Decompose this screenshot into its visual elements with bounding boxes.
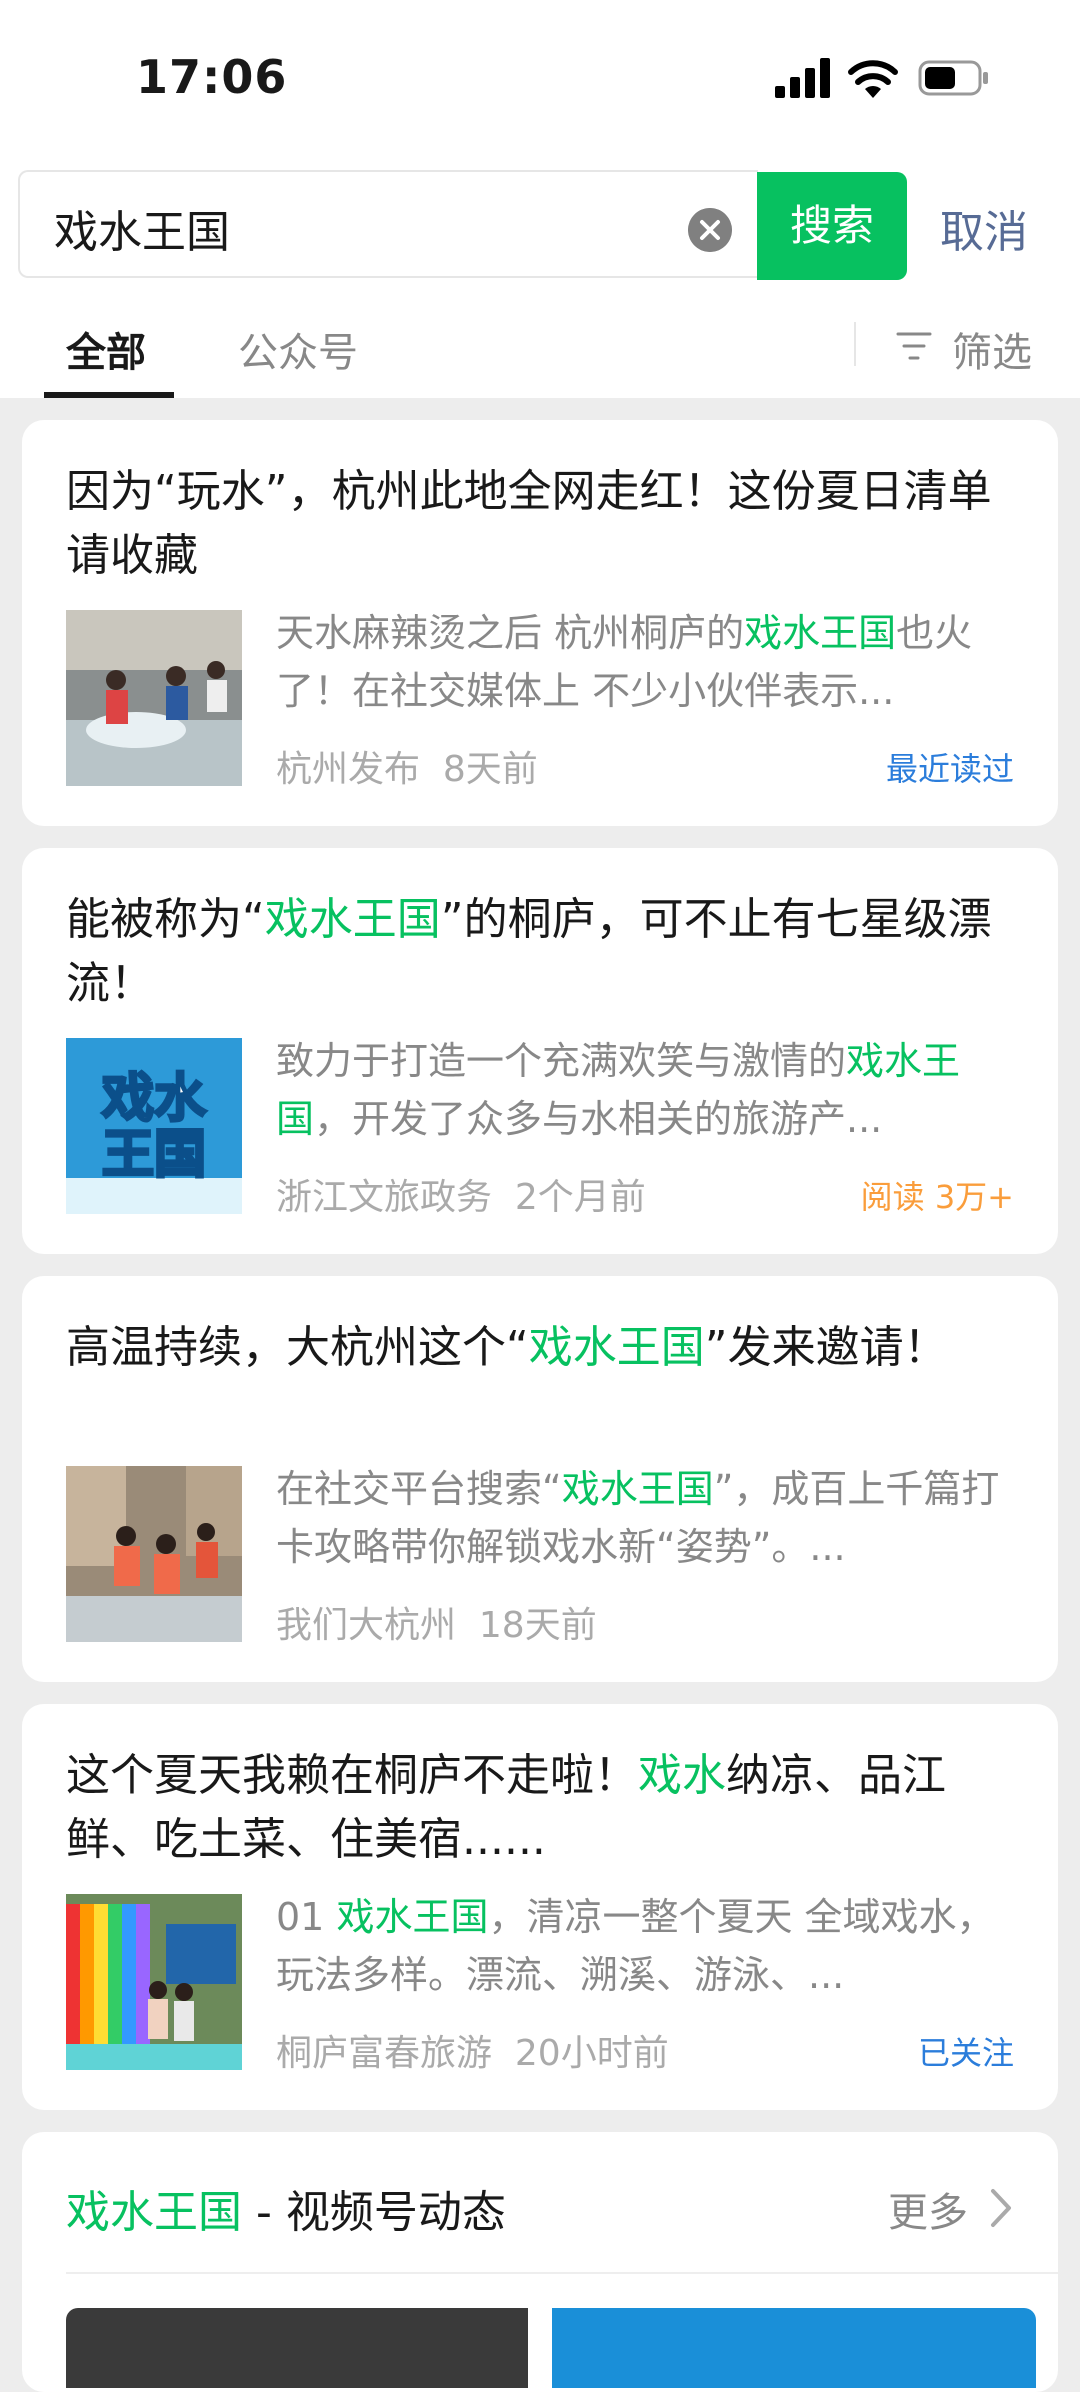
tab-bar: 全部 公众号 筛选 xyxy=(0,300,1080,398)
search-button[interactable]: 搜索 xyxy=(757,172,907,280)
article-thumbnail xyxy=(66,610,242,786)
status-bar: 17:06 xyxy=(0,0,1080,160)
divider xyxy=(66,2272,1058,2274)
more-button[interactable]: 更多 xyxy=(888,2180,968,2238)
tab-all[interactable]: 全部 xyxy=(66,320,146,378)
wifi-icon xyxy=(848,60,898,98)
article-snippet: 在社交平台搜索“戏水王国”，成百上千篇打卡攻略带你解锁戏水新“姿势”。... xyxy=(276,1467,1000,1569)
article-card[interactable]: 因为“玩水”，杭州此地全网走红！这份夏日清单请收藏 天水麻辣烫之后 杭州桐庐的戏… xyxy=(22,420,1058,826)
video-thumbnail[interactable] xyxy=(66,2308,528,2388)
article-source: 我们大杭州 xyxy=(276,1605,457,1646)
chevron-right-icon[interactable] xyxy=(990,2188,1012,2228)
tab-public-accounts[interactable]: 公众号 xyxy=(238,320,358,378)
article-time: 20小时前 xyxy=(514,2033,669,2074)
article-snippet: 01 戏水王国，清凉一整个夏天 全域戏水，玩法多样。漂流、溯溪、游泳、... xyxy=(276,1895,995,1997)
recently-read-badge: 最近读过 xyxy=(885,750,1014,788)
search-bar: 戏水王国 搜索 取消 xyxy=(0,160,1080,300)
article-title: 这个夏天我赖在桐庐不走啦！戏水纳凉、品江鲜、吃土菜、住美宿...... xyxy=(66,1750,946,1865)
channels-section: 戏水王国 - 视频号动态 更多 xyxy=(22,2132,1058,2392)
svg-text:王国: 王国 xyxy=(102,1125,206,1185)
filter-button[interactable]: 筛选 xyxy=(952,320,1032,378)
battery-icon xyxy=(918,60,988,96)
search-input[interactable]: 戏水王国 xyxy=(18,170,758,278)
article-source: 浙江文旅政务 xyxy=(276,1177,493,1218)
read-count-badge: 阅读 3万+ xyxy=(860,1178,1014,1216)
article-title: 能被称为“戏水王国”的桐庐，可不止有七星级漂流！ xyxy=(66,894,992,1009)
article-card[interactable]: 能被称为“戏水王国”的桐庐，可不止有七星级漂流！ 戏水 王国 致力于打造一个充满… xyxy=(22,848,1058,1254)
followed-badge: 已关注 xyxy=(917,2034,1014,2072)
article-snippet: 天水麻辣烫之后 杭州桐庐的戏水王国也火了！在社交媒体上 不少小伙伴表示... xyxy=(276,611,973,713)
active-tab-indicator xyxy=(44,392,174,398)
article-time: 2个月前 xyxy=(514,1177,646,1218)
article-thumbnail: 戏水 王国 xyxy=(66,1038,242,1214)
channels-section-title: 戏水王国 - 视频号动态 xyxy=(66,2187,506,2238)
video-thumbnail[interactable] xyxy=(552,2308,1036,2388)
article-meta: 我们大杭州 18天前 xyxy=(276,1596,597,1648)
article-meta: 桐庐富春旅游 20小时前 xyxy=(276,2024,669,2076)
article-time: 8天前 xyxy=(442,749,538,790)
article-snippet: 致力于打造一个充满欢笑与激情的戏水王国，开发了众多与水相关的旅游产... xyxy=(276,1039,961,1141)
status-time: 17:06 xyxy=(136,50,288,104)
filter-icon[interactable] xyxy=(896,330,932,362)
article-card[interactable]: 高温持续，大杭州这个“戏水王国”发来邀请！ 在社交平台搜索“戏水王国”，成百上千… xyxy=(22,1276,1058,1682)
article-source: 桐庐富春旅游 xyxy=(276,2033,493,2074)
article-thumbnail xyxy=(66,1466,242,1642)
article-source: 杭州发布 xyxy=(276,749,421,790)
divider xyxy=(854,322,856,366)
article-thumbnail xyxy=(66,1894,242,2070)
svg-text:戏水: 戏水 xyxy=(102,1069,207,1129)
signal-icon xyxy=(775,58,830,98)
cancel-button[interactable]: 取消 xyxy=(940,196,1028,260)
article-title: 因为“玩水”，杭州此地全网走红！这份夏日清单请收藏 xyxy=(66,466,992,581)
article-title: 高温持续，大杭州这个“戏水王国”发来邀请！ xyxy=(66,1322,948,1373)
article-time: 18天前 xyxy=(478,1605,597,1646)
search-input-value: 戏水王国 xyxy=(54,207,230,258)
article-meta: 杭州发布 8天前 xyxy=(276,740,538,792)
clear-icon[interactable] xyxy=(688,208,732,252)
article-card[interactable]: 这个夏天我赖在桐庐不走啦！戏水纳凉、品江鲜、吃土菜、住美宿...... 01 戏… xyxy=(22,1704,1058,2110)
article-meta: 浙江文旅政务 2个月前 xyxy=(276,1168,646,1220)
